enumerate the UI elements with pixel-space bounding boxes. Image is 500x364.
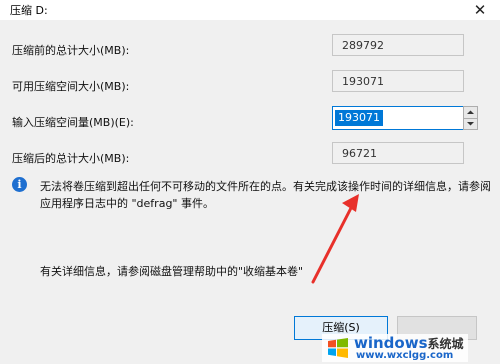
available-space-label: 可用压缩空间大小(MB): — [12, 80, 130, 93]
watermark-site: www.wxclgg.com — [356, 349, 454, 361]
watermark-brand: windows — [354, 333, 428, 352]
compress-amount-value: 193071 — [335, 110, 383, 126]
spin-down-button[interactable] — [464, 118, 477, 129]
info-icon: i — [12, 177, 27, 192]
title-bar: 压缩 D: ✕ — [0, 0, 500, 20]
total-before-label: 压缩前的总计大小(MB): — [12, 44, 130, 57]
compress-dialog: 压缩 D: ✕ 压缩前的总计大小(MB): 289792 可用压缩空间大小(MB… — [0, 0, 500, 364]
chevron-down-icon — [467, 122, 474, 126]
compress-amount-spinner[interactable] — [463, 106, 478, 130]
total-after-value: 96721 — [332, 142, 464, 164]
watermark: windows系统城 www.wxclgg.com — [322, 334, 468, 362]
close-button[interactable]: ✕ — [460, 0, 500, 20]
total-before-value: 289792 — [332, 34, 464, 56]
compress-amount-label: 输入压缩空间量(MB)(E): — [12, 116, 134, 129]
watermark-brand-suffix: 系统城 — [427, 336, 464, 351]
window-title: 压缩 D: — [10, 4, 48, 17]
close-icon: ✕ — [473, 1, 487, 19]
info-message: 无法将卷压缩到超出任何不可移动的文件所在的点。有关完成该操作时间的详细信息，请参… — [40, 180, 491, 210]
available-space-value: 193071 — [332, 70, 464, 92]
total-after-label: 压缩后的总计大小(MB): — [12, 152, 130, 165]
compress-amount-input[interactable]: 193071 — [332, 106, 464, 130]
help-reference-text: 有关详细信息，请参阅磁盘管理帮助中的"收缩基本卷" — [40, 265, 304, 278]
chevron-up-icon — [467, 110, 474, 114]
windows-logo-icon — [328, 338, 348, 358]
